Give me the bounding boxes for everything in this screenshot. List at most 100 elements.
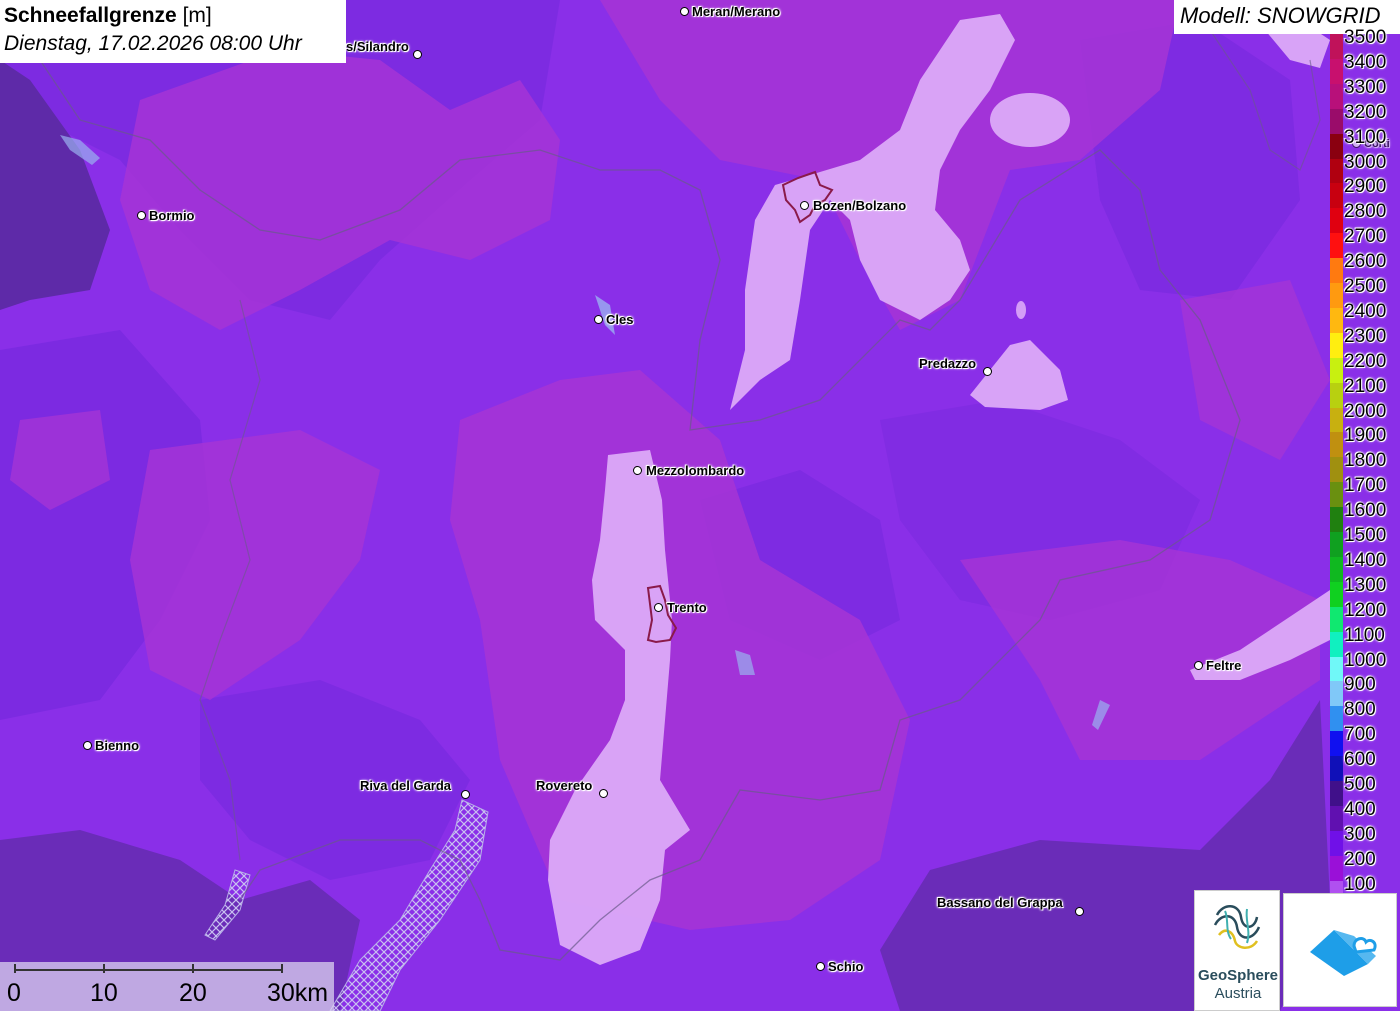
city-label: Riva del Garda: [360, 778, 452, 793]
legend-label: 2600: [1344, 251, 1387, 273]
legend-row: 2300: [1328, 321, 1400, 358]
city-dot: [413, 50, 422, 59]
city-label: Bormio: [149, 208, 195, 223]
legend-label: 2400: [1344, 300, 1387, 322]
legend-row: 200: [1328, 844, 1400, 881]
legend-row: 1500: [1328, 520, 1400, 557]
city-label: Bassano del Grappa: [937, 895, 1063, 910]
legend-row: 1700: [1328, 470, 1400, 508]
legend-label: 100: [1344, 873, 1376, 895]
legend-row: 800: [1328, 694, 1400, 732]
city-label: Cles: [606, 312, 634, 327]
map-title-main: Schneefallgrenze: [4, 4, 177, 27]
scale-label: 0: [7, 979, 21, 1007]
scale-tick: [14, 964, 16, 973]
legend-row: 3100: [1328, 122, 1400, 159]
legend-row: 1400: [1328, 545, 1400, 582]
legend-row: 1300: [1328, 570, 1400, 607]
legend-row: 3200: [1328, 97, 1400, 134]
city-label: Rovereto: [536, 778, 593, 793]
map-title-box: Schneefallgrenze [m] Dienstag, 17.02.202…: [0, 0, 346, 63]
legend-row: 2500: [1328, 271, 1400, 308]
legend-label: 3200: [1344, 101, 1387, 123]
mountain-cloud-icon: [1310, 930, 1377, 976]
city-dot: [680, 7, 689, 16]
legend-row: 2600: [1328, 246, 1400, 284]
legend-label: 3300: [1344, 76, 1387, 98]
legend-label: 2900: [1344, 176, 1387, 198]
city-label: Bozen/Bolzano: [813, 198, 907, 213]
legend-row: 1000: [1328, 645, 1400, 682]
legend-row: 3000: [1328, 147, 1400, 184]
legend-row: 300: [1328, 819, 1400, 856]
city-dot: [816, 962, 825, 971]
legend-label: 1500: [1344, 525, 1387, 546]
legend-label: 1200: [1344, 599, 1387, 621]
city-label: Schio: [828, 959, 864, 974]
legend-label: 1800: [1344, 450, 1387, 472]
legend-row: 100: [1328, 869, 1400, 906]
city-label: Bienno: [95, 738, 140, 753]
legend-row: 1100: [1328, 620, 1400, 657]
legend-row: 700: [1328, 719, 1400, 757]
legend-label: 2000: [1344, 400, 1387, 422]
legend-label: 1000: [1344, 649, 1387, 671]
legend-label: 1600: [1344, 500, 1387, 522]
geosphere-logo[interactable]: GeoSphere Austria: [1194, 890, 1280, 1011]
scale-line: [14, 969, 283, 971]
city-dot: [461, 790, 470, 799]
legend-row: 1200: [1328, 595, 1400, 632]
legend-label: 2800: [1344, 201, 1387, 223]
legend-label: 900: [1344, 674, 1376, 696]
legend-row: 2200: [1328, 346, 1400, 383]
legend-label: 1900: [1344, 425, 1387, 447]
city-dot: [83, 741, 92, 750]
city-dot: [983, 367, 992, 376]
scale-label: 10: [90, 979, 118, 1007]
legend-label: 400: [1344, 798, 1376, 820]
legend-row: 3400: [1328, 47, 1400, 84]
legend-label: 3400: [1344, 51, 1387, 73]
color-legend: 3500 3400 3300 3200 3100 3000 2900 2800 2700 2600…: [1328, 28, 1400, 906]
city-label: Meran/Merano: [692, 4, 781, 19]
legend-label: 3000: [1344, 151, 1387, 173]
legend-row: 2700: [1328, 221, 1400, 259]
city-label: Feltre: [1206, 658, 1242, 673]
legend-label: 1400: [1344, 549, 1387, 571]
legend-label: 1300: [1344, 574, 1387, 596]
scale-label: 30km: [267, 979, 329, 1007]
legend-label: 3100: [1344, 126, 1387, 148]
city-dot: [1075, 907, 1084, 916]
geosphere-emblem-icon: [1213, 905, 1261, 949]
city-dot: [599, 789, 608, 798]
geosphere-subname: Austria: [1214, 985, 1262, 1002]
legend-label: 700: [1344, 724, 1376, 746]
city-dot: [633, 466, 642, 475]
city-dot: [1194, 661, 1203, 670]
map-canvas[interactable]: [0, 0, 1400, 1011]
valley-patch: [1016, 301, 1026, 319]
legend-label: 200: [1344, 848, 1376, 870]
scale-tick: [103, 964, 105, 973]
legend-row: 1600: [1328, 495, 1400, 533]
legend-row: 1900: [1328, 420, 1400, 458]
legend-row: 2900: [1328, 171, 1400, 209]
legend-row: 3500: [1328, 22, 1400, 59]
city-dot: [654, 603, 663, 612]
legend-row: 2400: [1328, 296, 1400, 333]
scale-label: 20: [179, 979, 207, 1007]
map-title: Schneefallgrenze [m]: [4, 2, 342, 30]
legend-label: 2100: [1344, 375, 1387, 397]
scale-bar: 0 10 20 30km: [0, 962, 334, 1011]
city-label: Predazzo: [919, 356, 977, 371]
legend-label: 2300: [1344, 325, 1387, 347]
legend-label: 1700: [1344, 475, 1387, 497]
city-label: Mezzolombardo: [646, 463, 745, 478]
legend-row: 500: [1328, 769, 1400, 806]
legend-label: 300: [1344, 823, 1376, 845]
legend-label: 500: [1344, 774, 1376, 795]
city-dot: [137, 211, 146, 220]
legend-row: 1800: [1328, 445, 1400, 483]
geosphere-name: GeoSphere: [1197, 967, 1279, 984]
app-logo[interactable]: [1283, 893, 1397, 1007]
